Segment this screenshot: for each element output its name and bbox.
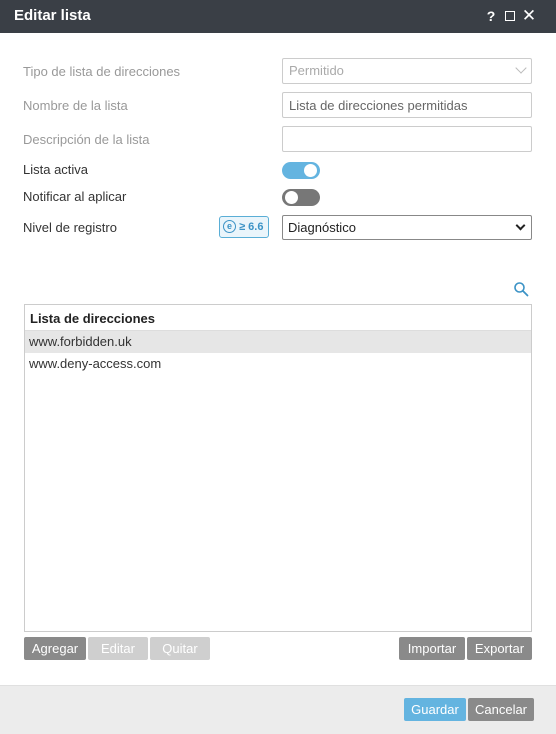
list-type-label: Tipo de lista de direcciones bbox=[23, 64, 181, 79]
list-name-input[interactable] bbox=[289, 93, 525, 117]
add-button[interactable]: Agregar bbox=[24, 637, 86, 660]
notify-toggle[interactable] bbox=[282, 189, 320, 206]
list-description-field[interactable] bbox=[282, 126, 532, 152]
search-icon[interactable] bbox=[513, 281, 529, 297]
import-button[interactable]: Importar bbox=[399, 637, 465, 660]
maximize-icon[interactable] bbox=[501, 6, 519, 26]
help-icon[interactable]: ? bbox=[482, 6, 500, 26]
title-bar: Editar lista ? ✕ bbox=[0, 0, 556, 33]
export-button[interactable]: Exportar bbox=[467, 637, 532, 660]
list-name-field[interactable] bbox=[282, 92, 532, 118]
edit-button[interactable]: Editar bbox=[88, 637, 148, 660]
list-description-input[interactable] bbox=[289, 127, 525, 151]
chevron-down-icon bbox=[515, 220, 526, 231]
address-list-header[interactable]: Lista de direcciones bbox=[25, 305, 531, 331]
log-level-label: Nivel de registro bbox=[23, 220, 117, 235]
close-icon[interactable]: ✕ bbox=[520, 6, 538, 26]
list-name-label: Nombre de la lista bbox=[23, 98, 128, 113]
dialog-title: Editar lista bbox=[14, 7, 91, 24]
log-level-value: Diagnóstico bbox=[288, 220, 356, 235]
version-badge: e ≥ 6.6 bbox=[219, 216, 269, 238]
version-badge-text: ≥ 6.6 bbox=[239, 221, 264, 233]
toggle-knob bbox=[285, 191, 298, 204]
dialog-footer: Guardar Cancelar bbox=[0, 685, 556, 734]
save-button[interactable]: Guardar bbox=[404, 698, 466, 721]
cancel-button[interactable]: Cancelar bbox=[468, 698, 534, 721]
list-type-select: Permitido bbox=[282, 58, 532, 84]
list-description-label: Descripción de la lista bbox=[23, 132, 150, 147]
list-type-value: Permitido bbox=[289, 63, 344, 78]
chevron-down-icon bbox=[515, 62, 527, 74]
address-list: Lista de direcciones www.forbidden.uk ww… bbox=[24, 304, 532, 632]
remove-button[interactable]: Quitar bbox=[150, 637, 210, 660]
eset-logo-icon: e bbox=[223, 219, 236, 233]
toggle-knob bbox=[304, 164, 317, 177]
log-level-select[interactable]: Diagnóstico bbox=[282, 215, 532, 240]
active-toggle[interactable] bbox=[282, 162, 320, 179]
notify-label: Notificar al aplicar bbox=[23, 189, 127, 204]
list-item[interactable]: www.deny-access.com bbox=[25, 353, 531, 375]
active-label: Lista activa bbox=[23, 162, 89, 177]
list-item[interactable]: www.forbidden.uk bbox=[25, 331, 531, 353]
